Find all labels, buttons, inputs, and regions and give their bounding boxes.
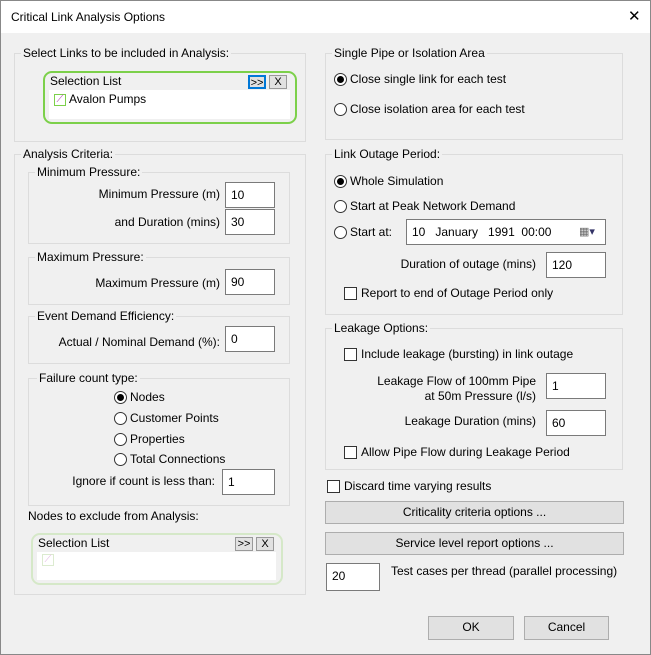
ok-button[interactable]: OK — [428, 616, 514, 640]
outage-duration-label: Duration of outage (mins) — [400, 257, 536, 271]
pipe-icon: ⟋ — [54, 94, 66, 106]
list-item[interactable]: Avalon Pumps — [69, 92, 146, 106]
single-pipe-legend: Single Pipe or Isolation Area — [332, 46, 487, 60]
threads-input[interactable]: 20 — [326, 563, 380, 591]
window-title: Critical Link Analysis Options — [11, 10, 166, 24]
min-duration-label: and Duration (mins) — [114, 215, 220, 229]
allow-flow-label: Allow Pipe Flow during Leakage Period — [361, 445, 570, 459]
links-legend: Select Links to be included in Analysis: — [21, 46, 232, 60]
radio-properties[interactable] — [114, 433, 127, 446]
add-button[interactable]: >> — [248, 75, 266, 89]
service-level-button[interactable]: Service level report options ... — [325, 532, 624, 555]
min-pressure-legend: Minimum Pressure: — [35, 165, 143, 179]
radio-peak-demand[interactable] — [334, 200, 347, 213]
close-icon[interactable]: ✕ — [628, 7, 641, 25]
radio-whole-simulation[interactable] — [334, 175, 347, 188]
leakage-duration-input[interactable]: 60 — [546, 410, 606, 436]
exclude-list[interactable]: ⟋ — [37, 552, 276, 580]
report-checkbox[interactable] — [344, 287, 357, 300]
radio-isolation-area-label: Close isolation area for each test — [350, 102, 525, 116]
max-pressure-label: Maximum Pressure (m) — [95, 276, 220, 290]
allow-flow-checkbox[interactable] — [344, 446, 357, 459]
leakage-duration-label: Leakage Duration (mins) — [404, 414, 536, 428]
cancel-button[interactable]: Cancel — [524, 616, 609, 640]
report-label: Report to end of Outage Period only — [361, 286, 554, 300]
leakage-legend: Leakage Options: — [332, 321, 431, 335]
selection-list-title: Selection List — [38, 536, 110, 550]
add-button[interactable]: >> — [235, 537, 253, 551]
node-icon: ⟋ — [42, 554, 54, 566]
min-pressure-input[interactable]: 10 — [225, 182, 275, 208]
failure-legend: Failure count type: — [37, 371, 140, 385]
outage-duration-input[interactable]: 120 — [546, 252, 606, 278]
leakage-flow-label: Leakage Flow of 100mm Pipe — [377, 374, 536, 388]
criteria-legend: Analysis Criteria: — [21, 147, 116, 161]
min-pressure-label: Minimum Pressure (m) — [98, 187, 220, 201]
radio-total-connections-label: Total Connections — [130, 452, 226, 466]
radio-single-link-label: Close single link for each test — [350, 72, 507, 86]
radio-single-link[interactable] — [334, 73, 347, 86]
clear-button[interactable]: X — [256, 537, 274, 551]
max-pressure-legend: Maximum Pressure: — [35, 250, 146, 264]
max-pressure-input[interactable]: 90 — [225, 269, 275, 295]
discard-label: Discard time varying results — [344, 479, 492, 493]
radio-customer-points-label: Customer Points — [130, 411, 219, 425]
clear-button[interactable]: X — [269, 75, 287, 89]
radio-customer-points[interactable] — [114, 412, 127, 425]
links-list[interactable]: ⟋ Avalon Pumps — [49, 90, 290, 119]
radio-start-at[interactable] — [334, 226, 347, 239]
radio-nodes-label: Nodes — [130, 390, 165, 404]
criticality-options-button[interactable]: Criticality criteria options ... — [325, 501, 624, 524]
single-pipe-group — [325, 53, 623, 140]
radio-nodes[interactable] — [114, 391, 127, 404]
leakage-flow-input[interactable]: 1 — [546, 373, 606, 399]
radio-total-connections[interactable] — [114, 453, 127, 466]
radio-whole-simulation-label: Whole Simulation — [350, 174, 444, 188]
start-date-picker[interactable]: 10 January 1991 00:00 — [406, 219, 606, 245]
radio-isolation-area[interactable] — [334, 103, 347, 116]
radio-start-at-label: Start at: — [350, 225, 393, 239]
exclude-label: Nodes to exclude from Analysis: — [28, 509, 199, 523]
discard-checkbox[interactable] — [327, 480, 340, 493]
calendar-dropdown-icon[interactable]: ▦▾ — [579, 225, 595, 238]
efficiency-input[interactable]: 0 — [225, 326, 275, 352]
selection-list-title: Selection List — [50, 74, 122, 88]
exclude-selection-list[interactable]: Selection List >> X ⟋ — [31, 533, 283, 585]
min-duration-input[interactable]: 30 — [225, 209, 275, 235]
threads-label: Test cases per thread (parallel processi… — [391, 564, 618, 578]
radio-properties-label: Properties — [130, 432, 185, 446]
leakage-flow-label-2: at 50m Pressure (l/s) — [424, 389, 536, 403]
include-leakage-checkbox[interactable] — [344, 348, 357, 361]
ignore-input[interactable]: 1 — [222, 469, 275, 495]
include-leakage-label: Include leakage (bursting) in link outag… — [361, 347, 574, 361]
efficiency-label: Actual / Nominal Demand (%): — [58, 335, 220, 349]
ignore-label: Ignore if count is less than: — [72, 474, 215, 488]
outage-legend: Link Outage Period: — [332, 147, 443, 161]
radio-peak-demand-label: Start at Peak Network Demand — [350, 199, 516, 213]
links-selection-list[interactable]: Selection List >> X ⟋ Avalon Pumps — [43, 71, 297, 124]
efficiency-legend: Event Demand Efficiency: — [35, 309, 177, 323]
